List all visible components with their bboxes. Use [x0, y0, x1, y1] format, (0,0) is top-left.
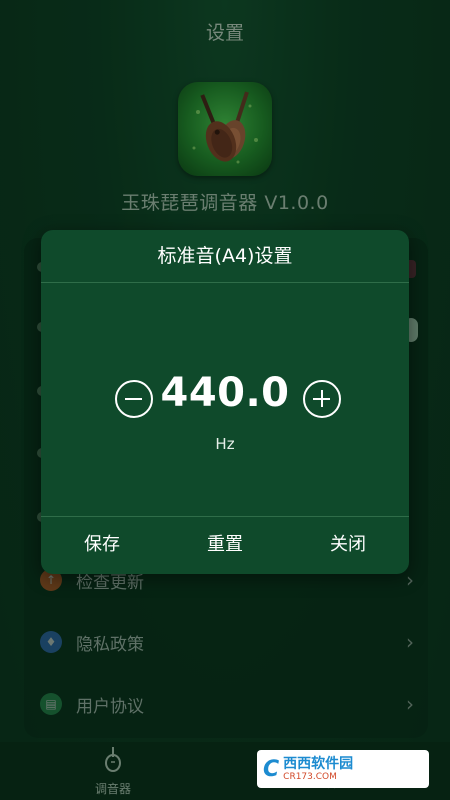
frequency-value: 440.0 — [160, 370, 290, 416]
frequency-unit: Hz — [215, 435, 235, 453]
save-button[interactable]: 保存 — [41, 516, 163, 574]
reset-button[interactable]: 重置 — [164, 516, 286, 574]
divider — [41, 282, 409, 283]
watermark-subtitle: CR173.COM — [283, 771, 337, 782]
watermark-logo: C 西西软件园 CR173.COM — [257, 750, 429, 788]
watermark-title: 西西软件园 — [283, 755, 354, 772]
standard-pitch-dialog: 标准音(A4)设置 440.0 Hz 保存 重置 关闭 — [41, 230, 409, 574]
increase-button[interactable] — [303, 380, 341, 418]
close-button[interactable]: 关闭 — [287, 516, 409, 574]
watermark-logo-mark: C — [263, 756, 280, 782]
dialog-title: 标准音(A4)设置 — [157, 245, 293, 267]
